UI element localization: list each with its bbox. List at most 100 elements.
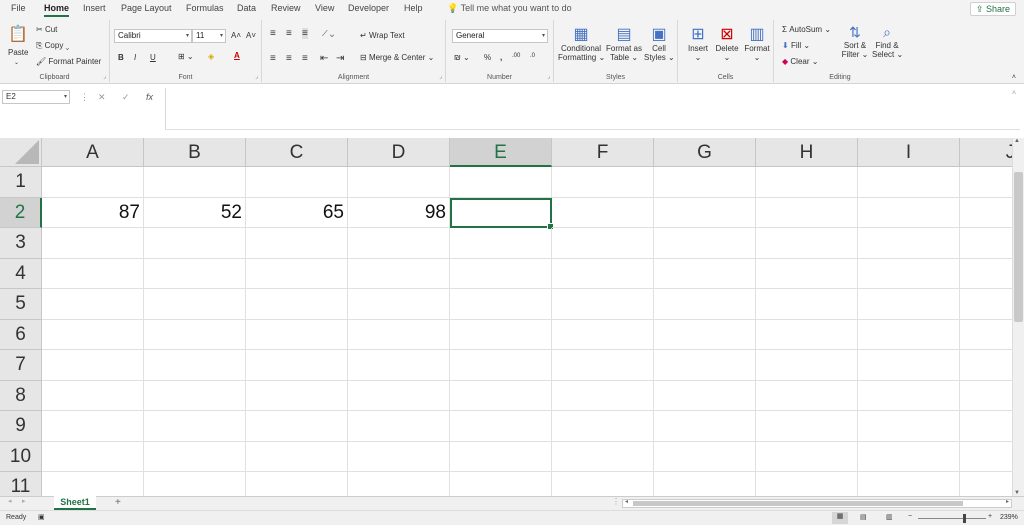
paste-button[interactable]: Paste xyxy=(8,48,28,57)
cell-h4[interactable] xyxy=(756,258,858,289)
cell-f10[interactable] xyxy=(552,441,654,472)
cell-g10[interactable] xyxy=(654,441,756,472)
cell-f6[interactable] xyxy=(552,319,654,350)
scroll-tabs-right-icon[interactable]: ▸ xyxy=(22,497,26,505)
row-header-10[interactable]: 10 xyxy=(0,441,42,472)
cell-i11[interactable] xyxy=(858,472,960,496)
cell-g8[interactable] xyxy=(654,380,756,411)
cell-i2[interactable] xyxy=(858,197,960,228)
align-left-icon[interactable]: ≡ xyxy=(270,53,276,64)
sheet-tab-sheet1[interactable]: Sheet1 xyxy=(54,496,96,510)
cell-d6[interactable] xyxy=(348,319,450,350)
cell-g7[interactable] xyxy=(654,350,756,381)
cell-d2[interactable]: 98 xyxy=(348,197,450,228)
cell-c9[interactable] xyxy=(246,411,348,442)
share-button[interactable]: ⇪ Share xyxy=(969,2,1016,16)
delete-cells-button[interactable]: ⊠ Delete ⌄ xyxy=(712,24,742,62)
scroll-thumb[interactable] xyxy=(1014,172,1023,322)
format-painter-button[interactable]: 🖌 Format Painter xyxy=(36,57,101,66)
cell-d5[interactable] xyxy=(348,289,450,320)
cell-f7[interactable] xyxy=(552,350,654,381)
cell-g2[interactable] xyxy=(654,197,756,228)
cell-f2[interactable] xyxy=(552,197,654,228)
dialog-launcher-icon[interactable]: ⌟ xyxy=(439,73,442,80)
cell-h1[interactable] xyxy=(756,167,858,198)
column-header-g[interactable]: G xyxy=(654,138,756,167)
cell-e11[interactable] xyxy=(450,472,552,496)
cell-f1[interactable] xyxy=(552,167,654,198)
insert-function-button[interactable]: fx xyxy=(146,92,153,102)
row-header-8[interactable]: 8 xyxy=(0,380,42,411)
format-cells-button[interactable]: ▥ Format ⌄ xyxy=(742,24,772,62)
cell-c3[interactable] xyxy=(246,228,348,259)
cell-i5[interactable] xyxy=(858,289,960,320)
cell-b6[interactable] xyxy=(144,319,246,350)
format-as-table-button[interactable]: ▤ Format as Table ⌄ xyxy=(606,24,642,62)
cell-h11[interactable] xyxy=(756,472,858,496)
cell-a11[interactable] xyxy=(42,472,144,496)
collapse-ribbon-icon[interactable]: ˄ xyxy=(1012,74,1016,81)
formula-input[interactable] xyxy=(165,88,1020,130)
row-header-7[interactable]: 7 xyxy=(0,350,42,381)
bold-button[interactable]: B xyxy=(118,53,124,62)
cell-f9[interactable] xyxy=(552,411,654,442)
tell-me-search[interactable]: 💡 Tell me what you want to do xyxy=(447,3,572,14)
accounting-icon[interactable]: ₪ ⌄ xyxy=(454,53,470,62)
column-header-h[interactable]: H xyxy=(756,138,858,167)
cell-h3[interactable] xyxy=(756,228,858,259)
enter-icon[interactable]: ✓ xyxy=(122,92,130,103)
cell-c11[interactable] xyxy=(246,472,348,496)
cell-b4[interactable] xyxy=(144,258,246,289)
sort-filter-button[interactable]: ⇅ Sort & Filter ⌄ xyxy=(840,24,870,59)
cell-e6[interactable] xyxy=(450,319,552,350)
italic-button[interactable]: I xyxy=(134,53,136,62)
cell-a3[interactable] xyxy=(42,228,144,259)
cell-a4[interactable] xyxy=(42,258,144,289)
scroll-up-icon[interactable]: ▲ xyxy=(1014,138,1020,144)
cell-d11[interactable] xyxy=(348,472,450,496)
page-layout-view-icon[interactable]: ▤ xyxy=(860,513,867,521)
cell-b11[interactable] xyxy=(144,472,246,496)
align-bottom-icon[interactable]: ≡ xyxy=(302,28,308,39)
cell-c6[interactable] xyxy=(246,319,348,350)
cell-g11[interactable] xyxy=(654,472,756,496)
cell-i10[interactable] xyxy=(858,441,960,472)
cell-d1[interactable] xyxy=(348,167,450,198)
zoom-slider-thumb[interactable] xyxy=(963,514,966,523)
align-center-icon[interactable]: ≡ xyxy=(286,53,292,64)
row-header-11[interactable]: 11 xyxy=(0,472,42,496)
scroll-right-icon[interactable]: ▸ xyxy=(1006,498,1009,505)
cell-c8[interactable] xyxy=(246,380,348,411)
align-top-icon[interactable]: ≡ xyxy=(270,28,276,39)
cell-e9[interactable] xyxy=(450,411,552,442)
row-header-2[interactable]: 2 xyxy=(0,197,42,228)
copy-button[interactable]: ⎘ Copy ⌄ xyxy=(36,41,69,51)
merge-center-button[interactable]: ⊟ Merge & Center ⌄ xyxy=(360,53,434,62)
cell-a9[interactable] xyxy=(42,411,144,442)
cell-i4[interactable] xyxy=(858,258,960,289)
dialog-launcher-icon[interactable]: ⌟ xyxy=(103,73,106,80)
cell-a5[interactable] xyxy=(42,289,144,320)
cell-b2[interactable]: 52 xyxy=(144,197,246,228)
cell-i3[interactable] xyxy=(858,228,960,259)
cell-b8[interactable] xyxy=(144,380,246,411)
name-box[interactable]: E2 ▾ xyxy=(2,90,70,104)
align-middle-icon[interactable]: ≡ xyxy=(286,28,292,39)
font-color-icon[interactable]: A xyxy=(234,51,240,60)
cell-i6[interactable] xyxy=(858,319,960,350)
cell-f8[interactable] xyxy=(552,380,654,411)
cell-c4[interactable] xyxy=(246,258,348,289)
dialog-launcher-icon[interactable]: ⌟ xyxy=(547,73,550,80)
tab-page-layout[interactable]: Page Layout xyxy=(121,3,172,13)
tab-review[interactable]: Review xyxy=(271,3,301,13)
shrink-font-icon[interactable]: A˅ xyxy=(246,31,256,40)
cell-d10[interactable] xyxy=(348,441,450,472)
cell-c5[interactable] xyxy=(246,289,348,320)
row-header-1[interactable]: 1 xyxy=(0,167,42,198)
vertical-scrollbar[interactable]: ▲ ▼ xyxy=(1012,138,1024,496)
fill-color-icon[interactable]: ◈ xyxy=(208,52,214,61)
cell-e10[interactable] xyxy=(450,441,552,472)
font-size-select[interactable]: 11 ▾ xyxy=(192,29,226,43)
tab-view[interactable]: View xyxy=(315,3,334,13)
cell-f11[interactable] xyxy=(552,472,654,496)
